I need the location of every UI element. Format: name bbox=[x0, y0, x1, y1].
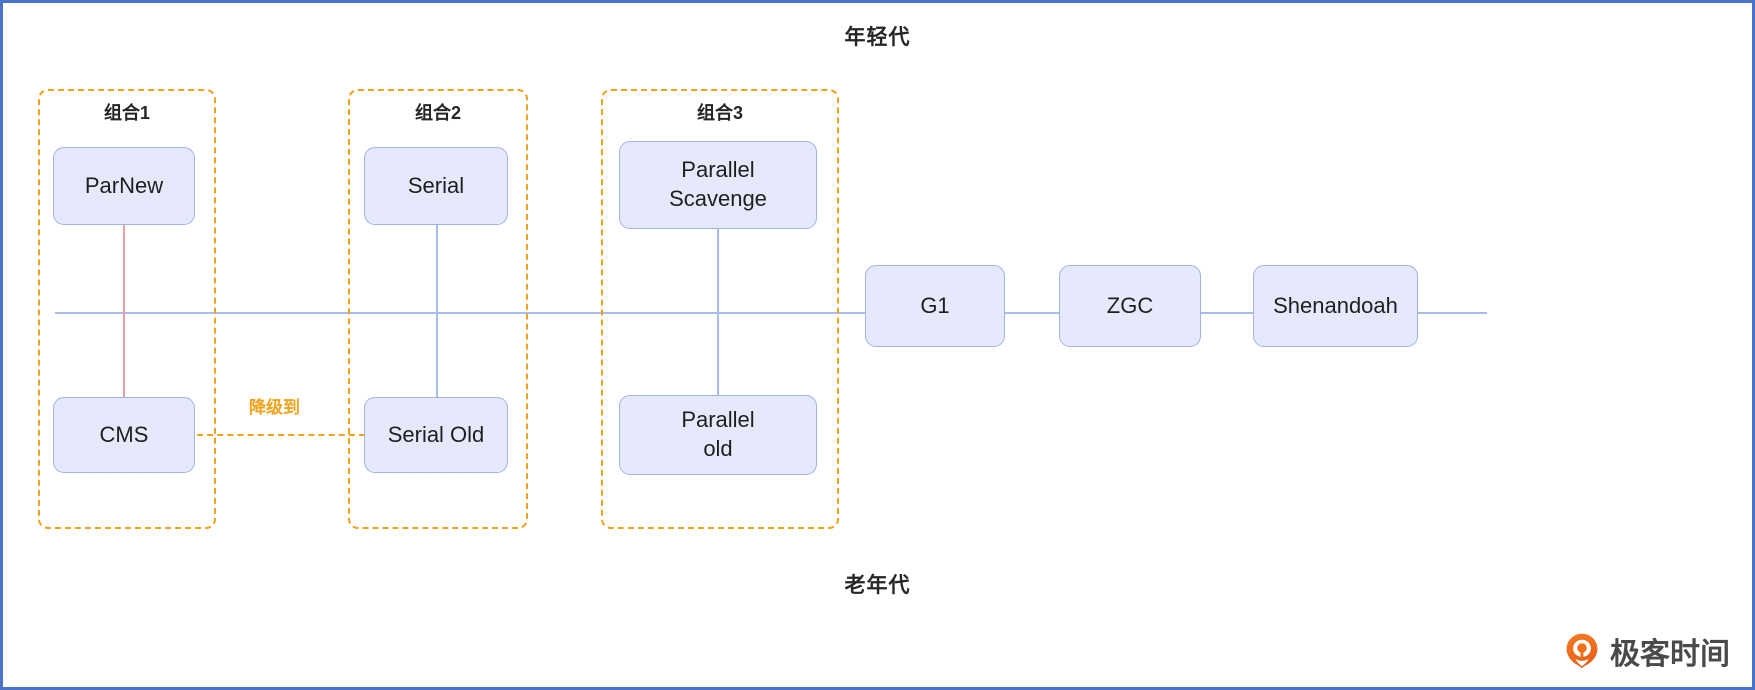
old-generation-title: 老年代 bbox=[844, 574, 911, 597]
group-label-2: 组合2 bbox=[414, 103, 461, 123]
node-serial-old[interactable]: Serial Old bbox=[364, 397, 508, 473]
connector-serial-serialold bbox=[436, 223, 438, 408]
connector-g1-zgc bbox=[1003, 312, 1063, 314]
node-cms[interactable]: CMS bbox=[53, 397, 195, 473]
connector-parallelscavenge-parallelold bbox=[717, 229, 719, 399]
node-zgc[interactable]: ZGC bbox=[1059, 265, 1201, 347]
node-parallel-scavenge[interactable]: Parallel Scavenge bbox=[619, 141, 817, 229]
node-serial[interactable]: Serial bbox=[364, 147, 508, 225]
young-generation-title: 年轻代 bbox=[844, 26, 911, 49]
connector-zgc-shenandoah bbox=[1198, 312, 1256, 314]
node-shenandoah[interactable]: Shenandoah bbox=[1253, 265, 1418, 347]
node-g1[interactable]: G1 bbox=[865, 265, 1005, 347]
logo-text: 极客时间 bbox=[1610, 638, 1730, 671]
degrade-label: 降级到 bbox=[249, 398, 300, 417]
diagram-canvas: 年轻代 老年代 组合1 ParNew CMS 降级到 组合2 Serial Se… bbox=[0, 0, 1755, 690]
geektime-pin-icon bbox=[1566, 633, 1598, 669]
node-parnew[interactable]: ParNew bbox=[53, 147, 195, 225]
group-label-3: 组合3 bbox=[696, 103, 743, 123]
node-parallel-old[interactable]: Parallel old bbox=[619, 395, 817, 475]
geektime-logo: 极客时间 bbox=[1563, 629, 1730, 673]
connector-cms-serialold-degrade bbox=[197, 434, 365, 436]
group-label-1: 组合1 bbox=[103, 103, 150, 123]
connector-parnew-cms bbox=[123, 223, 125, 408]
